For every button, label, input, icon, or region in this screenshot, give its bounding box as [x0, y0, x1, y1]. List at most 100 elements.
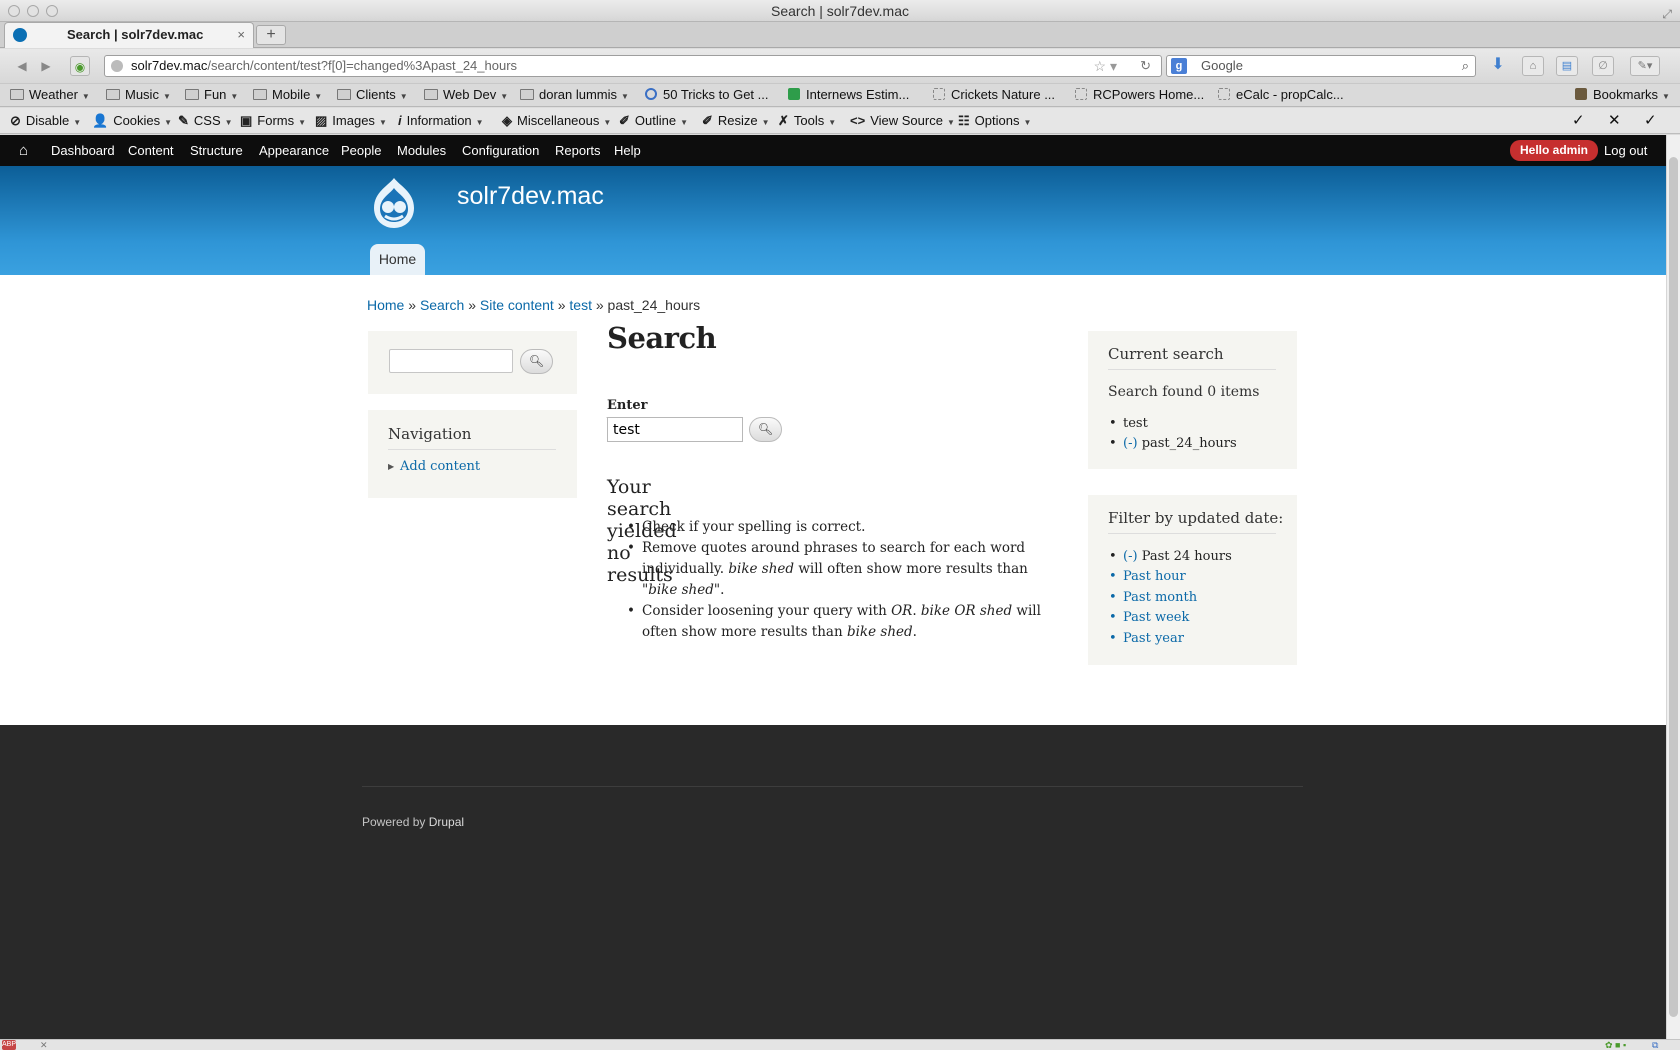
- bookmark-folder-fun[interactable]: Fun ▼: [185, 84, 238, 108]
- dev-disable-menu[interactable]: ⊘ Disable ▼: [10, 108, 81, 135]
- bookmark-rcpowers[interactable]: RCPowers Home...: [1075, 84, 1204, 106]
- dev-cookies-menu[interactable]: 👤 Cookies ▼: [92, 108, 172, 135]
- current-search-block: Current search Search found 0 items test…: [1088, 331, 1297, 469]
- breadcrumb-search[interactable]: Search: [420, 297, 464, 313]
- drupal-link[interactable]: Drupal: [429, 815, 464, 829]
- images-icon: ▨: [315, 113, 328, 128]
- page-icon: [933, 88, 945, 100]
- bookmark-folder-clients[interactable]: Clients ▼: [337, 84, 408, 108]
- validation-check-icon[interactable]: ✓: [1572, 108, 1585, 133]
- bookmark-ecalc[interactable]: eCalc - propCalc...: [1218, 84, 1344, 106]
- bookmark-star-icon[interactable]: ☆ ▾: [1094, 56, 1117, 76]
- filter-past-week[interactable]: Past week: [1109, 610, 1189, 625]
- filter-past-year[interactable]: Past year: [1109, 631, 1184, 646]
- tab-strip: Search | solr7dev.mac × +: [0, 22, 1680, 48]
- site-footer: Powered by Drupal: [0, 725, 1666, 1039]
- drupal-favicon-icon: [13, 28, 27, 42]
- back-icon[interactable]: ◀: [12, 56, 32, 76]
- tab-search[interactable]: Search | solr7dev.mac ×: [4, 22, 254, 48]
- validation-check-icon[interactable]: ✓: [1644, 108, 1657, 133]
- admin-menu-appearance[interactable]: Appearance: [259, 135, 329, 166]
- filter-past-hour[interactable]: Past hour: [1109, 569, 1186, 584]
- sidebar-icon[interactable]: ▤: [1556, 56, 1578, 76]
- bookmark-folder-mobile[interactable]: Mobile ▼: [253, 84, 322, 108]
- dev-information-menu[interactable]: i Information ▼: [398, 108, 484, 135]
- breadcrumb-test[interactable]: test: [569, 297, 592, 313]
- bookmark-folder-music[interactable]: Music ▼: [106, 84, 171, 108]
- dev-css-menu[interactable]: ✎ CSS ▼: [178, 108, 233, 135]
- forward-icon[interactable]: ▶: [36, 56, 56, 76]
- admin-menu-people[interactable]: People: [341, 135, 381, 166]
- dev-outline-menu[interactable]: ✐ Outline ▼: [619, 108, 688, 135]
- filter-title: Filter by updated date:: [1108, 509, 1284, 527]
- reload-icon[interactable]: ↻: [1140, 56, 1151, 76]
- bookmarks-menu[interactable]: Bookmarks ▼: [1575, 84, 1670, 108]
- dev-forms-menu[interactable]: ▣ Forms ▼: [240, 108, 306, 135]
- sidebar-search-button[interactable]: 🔍︎: [520, 349, 553, 374]
- adblock-icon[interactable]: ABP: [2, 1040, 16, 1050]
- history-icon[interactable]: ◉: [70, 56, 90, 76]
- tools-menu-icon[interactable]: ✎▾: [1630, 56, 1660, 76]
- url-bar[interactable]: solr7dev.mac/search/content/test?f[0]=ch…: [104, 55, 1162, 77]
- bookmark-50-tricks[interactable]: 50 Tricks to Get ...: [645, 84, 768, 106]
- search-icon[interactable]: ⌕: [1462, 56, 1469, 76]
- remove-filter-link[interactable]: (-): [1123, 436, 1138, 451]
- admin-menu-reports[interactable]: Reports: [555, 135, 601, 166]
- page-scrollbar[interactable]: [1666, 135, 1680, 1039]
- bookmark-crickets[interactable]: Crickets Nature ...: [933, 84, 1055, 106]
- admin-menu-help[interactable]: Help: [614, 135, 641, 166]
- breadcrumb-site-content[interactable]: Site content: [480, 297, 554, 313]
- filter-past-month[interactable]: Past month: [1109, 590, 1197, 605]
- remove-filter-link[interactable]: (-): [1123, 549, 1138, 564]
- admin-menu-modules[interactable]: Modules: [397, 135, 446, 166]
- search-engine-bar[interactable]: g Google ⌕: [1166, 55, 1476, 77]
- dev-tools-menu[interactable]: ✗ Tools ▼: [778, 108, 836, 135]
- dev-view-source-menu[interactable]: <> View Source ▼: [850, 108, 955, 135]
- new-tab-button[interactable]: +: [256, 25, 286, 45]
- scrollbar-thumb[interactable]: [1669, 157, 1678, 1017]
- site-identity-icon[interactable]: [111, 60, 123, 72]
- dev-miscellaneous-menu[interactable]: ◈ Miscellaneous ▼: [502, 108, 611, 135]
- breadcrumb-home[interactable]: Home: [367, 297, 404, 313]
- close-window-icon[interactable]: [8, 5, 20, 17]
- close-toolbar-icon[interactable]: ✕: [1608, 108, 1621, 133]
- page-info-icon[interactable]: ⧉: [1652, 1040, 1658, 1050]
- dev-options-menu[interactable]: ☷ Options ▼: [958, 108, 1031, 135]
- hello-admin-badge[interactable]: Hello admin: [1510, 140, 1599, 161]
- addon-status-icon[interactable]: ✿ ■ ▪: [1605, 1040, 1626, 1050]
- logout-link[interactable]: Log out: [1604, 135, 1647, 166]
- site-name[interactable]: solr7dev.mac: [457, 182, 604, 211]
- sidebar-search-input[interactable]: [389, 349, 513, 373]
- filter-active-item: (-) Past 24 hours: [1109, 549, 1232, 564]
- home-icon[interactable]: ⌂: [1522, 56, 1544, 76]
- tab-close-icon[interactable]: ×: [237, 23, 245, 47]
- bookmark-folder-weather[interactable]: Weather ▼: [10, 84, 90, 108]
- tab-home[interactable]: Home: [370, 244, 425, 275]
- admin-menu-content[interactable]: Content: [128, 135, 174, 166]
- google-icon[interactable]: g: [1171, 58, 1187, 74]
- folder-icon: [253, 89, 267, 100]
- add-content-link[interactable]: Add content: [400, 459, 480, 474]
- wrench-icon: ✗: [778, 113, 789, 128]
- downloads-icon[interactable]: ⬇: [1487, 56, 1509, 76]
- keywords-input[interactable]: [607, 417, 743, 442]
- search-submit-button[interactable]: 🔍︎: [749, 417, 782, 442]
- home-icon[interactable]: ⌂: [19, 135, 28, 166]
- addon-icon[interactable]: ∅: [1592, 56, 1614, 76]
- admin-menu-structure[interactable]: Structure: [190, 135, 243, 166]
- sidebar-search-block: 🔍︎: [368, 331, 577, 394]
- dev-images-menu[interactable]: ▨ Images ▼: [315, 108, 387, 135]
- triangle-right-icon: ▶: [388, 462, 395, 471]
- admin-menu-configuration[interactable]: Configuration: [462, 135, 539, 166]
- bookmark-folder-doran-lummis[interactable]: doran lummis ▼: [520, 84, 629, 108]
- zoom-window-icon[interactable]: [46, 5, 58, 17]
- url-path: /search/content/test?f[0]=changed%3Apast…: [207, 58, 518, 73]
- close-icon[interactable]: ✕: [40, 1040, 48, 1050]
- minimize-window-icon[interactable]: [27, 5, 39, 17]
- bookmark-folder-web-dev[interactable]: Web Dev ▼: [424, 84, 508, 108]
- navigation-title: Navigation: [388, 425, 472, 443]
- bookmark-internews[interactable]: Internews Estim...: [788, 84, 909, 106]
- dev-resize-menu[interactable]: ✐ Resize ▼: [702, 108, 770, 135]
- admin-menu-dashboard[interactable]: Dashboard: [51, 135, 115, 166]
- drupal-logo-icon[interactable]: [366, 176, 422, 230]
